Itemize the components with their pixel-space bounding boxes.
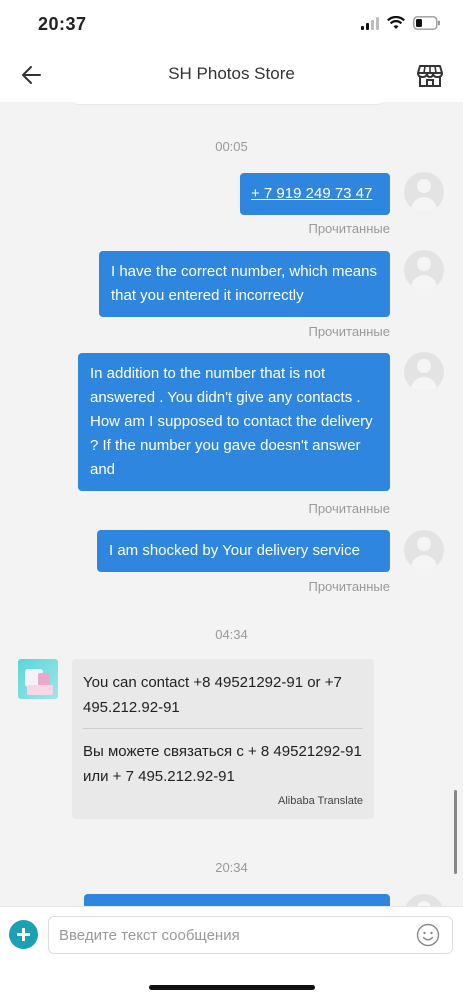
store-avatar[interactable] (18, 659, 58, 699)
outgoing-message[interactable]: In addition to the number that is not an… (78, 353, 390, 491)
message-original-text: You can contact +8 49521292-91 or +7 495… (83, 674, 342, 716)
read-status: Прочитанные (308, 501, 390, 516)
plus-icon[interactable] (9, 920, 38, 949)
status-bar: 20:37 (0, 0, 463, 50)
battery-icon (413, 16, 440, 30)
translation-divider (83, 728, 363, 729)
home-indicator (149, 985, 315, 990)
wifi-icon (387, 16, 405, 29)
store-icon[interactable] (415, 60, 445, 90)
outgoing-message[interactable]: I have the correct number, which means t… (99, 251, 390, 317)
cellular-signal-icon (361, 16, 379, 30)
translate-label: Alibaba Translate (278, 795, 363, 807)
outgoing-message[interactable]: I am shocked by Your delivery service (97, 530, 390, 572)
phone-number-link[interactable]: + 7 919 249 73 47 (251, 185, 372, 202)
user-avatar (404, 894, 444, 906)
outgoing-message-partial[interactable] (84, 894, 390, 906)
user-avatar (404, 172, 444, 212)
scrollbar[interactable] (454, 790, 457, 874)
message-timestamp: 00:05 (215, 139, 248, 154)
user-avatar (404, 250, 444, 290)
read-status: Прочитанные (308, 324, 390, 339)
read-status: Прочитанные (308, 579, 390, 594)
message-timestamp: 04:34 (215, 627, 248, 642)
emoji-icon[interactable] (416, 923, 440, 947)
message-timestamp: 20:34 (215, 860, 248, 875)
chat-header: SH Photos Store (0, 50, 463, 102)
message-composer (0, 906, 463, 1000)
user-avatar (404, 352, 444, 392)
page-title: SH Photos Store (168, 64, 295, 83)
previous-message-edge (72, 102, 384, 104)
status-time: 20:37 (38, 14, 87, 34)
status-icons (361, 16, 441, 30)
outgoing-message[interactable]: + 7 919 249 73 47 (240, 173, 390, 215)
read-status: Прочитанные (308, 221, 390, 236)
user-avatar (404, 530, 444, 570)
message-input[interactable] (48, 916, 453, 954)
message-translated-text: Вы можете связаться с + 8 49521292-91 ил… (83, 743, 362, 785)
incoming-message[interactable]: You can contact +8 49521292-91 or +7 495… (72, 659, 374, 819)
chat-messages[interactable]: 00:05 + 7 919 249 73 47 Прочитанные I ha… (0, 102, 463, 906)
